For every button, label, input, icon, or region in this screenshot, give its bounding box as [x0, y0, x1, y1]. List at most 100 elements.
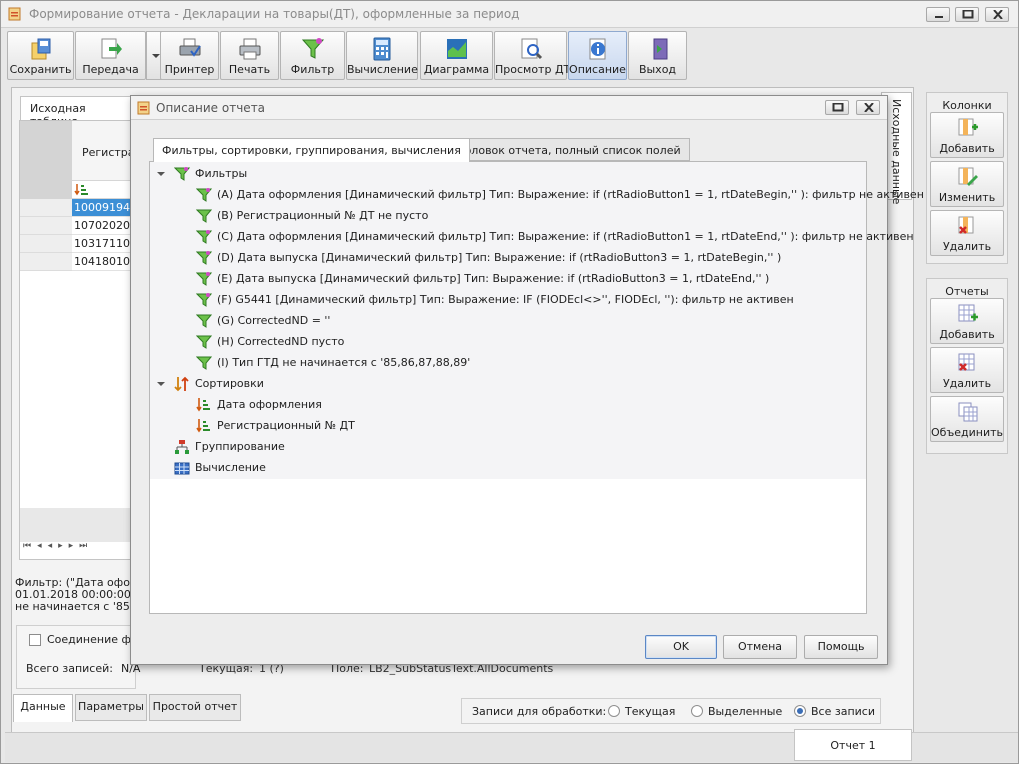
join-filters-box: Соединение фил [16, 625, 145, 689]
radio-all-records[interactable] [794, 705, 806, 717]
join-filters-checkbox[interactable] [29, 634, 41, 646]
row-indicator-column [20, 121, 72, 199]
radio-selected[interactable] [691, 705, 703, 717]
tab-parameters[interactable]: Параметры [75, 694, 147, 721]
tab-report-header[interactable]: Заголовок отчета, полный список полей [436, 138, 690, 161]
merge-reports-button[interactable]: Объединить [930, 396, 1004, 442]
radio-current[interactable] [608, 705, 620, 717]
filter-icon [196, 272, 212, 286]
sorts-label: Сортировки [195, 377, 264, 390]
print-label: Печать [228, 63, 271, 76]
record-navigator[interactable]: ⏮◂◂▸▸⏭ [23, 541, 93, 551]
printer-label: Принтер [164, 63, 215, 76]
filter-label: (A) Дата оформления [Динамический фильтр… [217, 188, 924, 201]
chart-button[interactable]: Диаграмма [420, 31, 493, 80]
collapse-sorts-icon[interactable] [157, 380, 165, 388]
preview-dt-button[interactable]: Просмотр ДТ [494, 31, 571, 80]
preview-dt-label: Просмотр ДТ [495, 63, 571, 76]
filter-label: (I) Тип ГТД не начинается с '85,86,87,88… [217, 356, 471, 369]
filter-label: (D) Дата выпуска [Динамический фильтр] Т… [217, 251, 782, 264]
dialog-app-icon [137, 101, 150, 115]
ok-button[interactable]: OK [645, 635, 717, 659]
grouping-icon [175, 440, 189, 454]
tab-filters-sorts[interactable]: Фильтры, сортировки, группирования, вычи… [153, 138, 470, 162]
info-icon [589, 38, 605, 60]
filter-button[interactable]: Фильтр [280, 31, 345, 80]
delete-report-icon [958, 353, 975, 371]
reports-group: Отчеты Добавить Удалить Объединить [926, 278, 1008, 454]
close-window-button[interactable] [985, 7, 1009, 22]
add-report-icon [958, 304, 978, 322]
row-indicator[interactable] [20, 235, 72, 253]
filter-icon [196, 230, 212, 244]
description-tree[interactable]: Фильтры (A) Дата оформления [Динамически… [149, 161, 924, 614]
tab-source-table[interactable]: Исходная таблица [20, 96, 132, 128]
calculation-label: Вычисление [347, 63, 418, 76]
add-column-label: Добавить [939, 142, 995, 155]
add-report-label: Добавить [939, 328, 995, 341]
save-button[interactable]: Сохранить [7, 31, 74, 80]
radio-selected-label: Выделенные [708, 705, 783, 718]
filter-icon [196, 188, 212, 202]
help-button[interactable]: Помощь [804, 635, 878, 659]
filter-summary: Фильтр: ("Дата офор 01.01.2018 00:00:00)… [15, 577, 135, 613]
tab-data[interactable]: Данные [13, 694, 73, 722]
add-column-icon [958, 118, 978, 136]
add-report-button[interactable]: Добавить [930, 298, 1004, 344]
exit-button[interactable]: Выход [628, 31, 687, 80]
dialog-maximize-button[interactable] [825, 100, 849, 115]
print-icon [239, 38, 260, 60]
transfer-icon [101, 38, 122, 59]
merge-reports-icon [958, 402, 978, 422]
collapse-filters-icon[interactable] [157, 170, 165, 178]
calculation-label: Вычисление [195, 461, 266, 474]
table-row[interactable]: 10317110/0 [72, 235, 131, 253]
dialog-close-button[interactable] [856, 100, 880, 115]
row-indicator[interactable] [20, 199, 72, 217]
calculation-table-icon [174, 462, 190, 475]
reports-group-title: Отчеты [945, 285, 989, 298]
data-grid[interactable]: Регистра 10009194/1 10702020/2 10317110/… [19, 120, 135, 560]
table-row[interactable]: 10418010/0 [72, 253, 131, 271]
delete-report-label: Удалить [942, 377, 992, 390]
window-title: Формирование отчета - Декларации на това… [29, 7, 520, 21]
cancel-button[interactable]: Отмена [723, 635, 797, 659]
tab-simple-report[interactable]: Простой отчет [149, 694, 241, 721]
delete-report-button[interactable]: Удалить [930, 347, 1004, 393]
delete-column-button[interactable]: Удалить [930, 210, 1004, 256]
filter-icon [196, 314, 212, 328]
filter-icon [196, 335, 212, 349]
filter-icon [196, 356, 212, 370]
tab-report-1[interactable]: Отчет 1 [794, 729, 912, 761]
print-button[interactable]: Печать [220, 31, 279, 80]
save-icon [31, 38, 50, 60]
close-icon [993, 10, 1003, 19]
sort-label: Дата оформления [217, 398, 322, 411]
printer-button[interactable]: Принтер [160, 31, 219, 80]
row-indicator[interactable] [20, 217, 72, 235]
maximize-button[interactable] [955, 7, 979, 22]
dialog-title: Описание отчета [156, 101, 266, 115]
columns-group-title: Колонки [942, 99, 992, 112]
table-row[interactable]: 10009194/1 [72, 199, 131, 217]
filter-icon [301, 38, 324, 59]
filter-label: (H) CorrectedND пусто [217, 335, 345, 348]
minimize-button[interactable] [926, 7, 950, 22]
columns-group: Колонки Добавить Изменить Удалить [926, 92, 1008, 264]
sort-icon [174, 376, 189, 392]
chart-label: Диаграмма [423, 63, 490, 76]
transfer-button[interactable]: Передача [75, 31, 146, 80]
delete-column-icon [958, 216, 974, 234]
grouping-label: Группирование [195, 440, 285, 453]
records-to-process: Записи для обработки: Текущая Выделенные… [461, 698, 881, 724]
description-button[interactable]: Описание [568, 31, 627, 80]
total-records-label: Всего записей: [26, 662, 113, 675]
row-indicator[interactable] [20, 253, 72, 271]
filter-label: (B) Регистрационный № ДТ не пусто [217, 209, 429, 222]
table-row[interactable]: 10702020/2 [72, 217, 131, 235]
calculation-button[interactable]: Вычисление [346, 31, 418, 80]
grid-header: Регистра [20, 121, 135, 199]
add-column-button[interactable]: Добавить [930, 112, 1004, 158]
edit-column-button[interactable]: Изменить [930, 161, 1004, 207]
column-header-registration[interactable]: Регистра [82, 146, 135, 159]
